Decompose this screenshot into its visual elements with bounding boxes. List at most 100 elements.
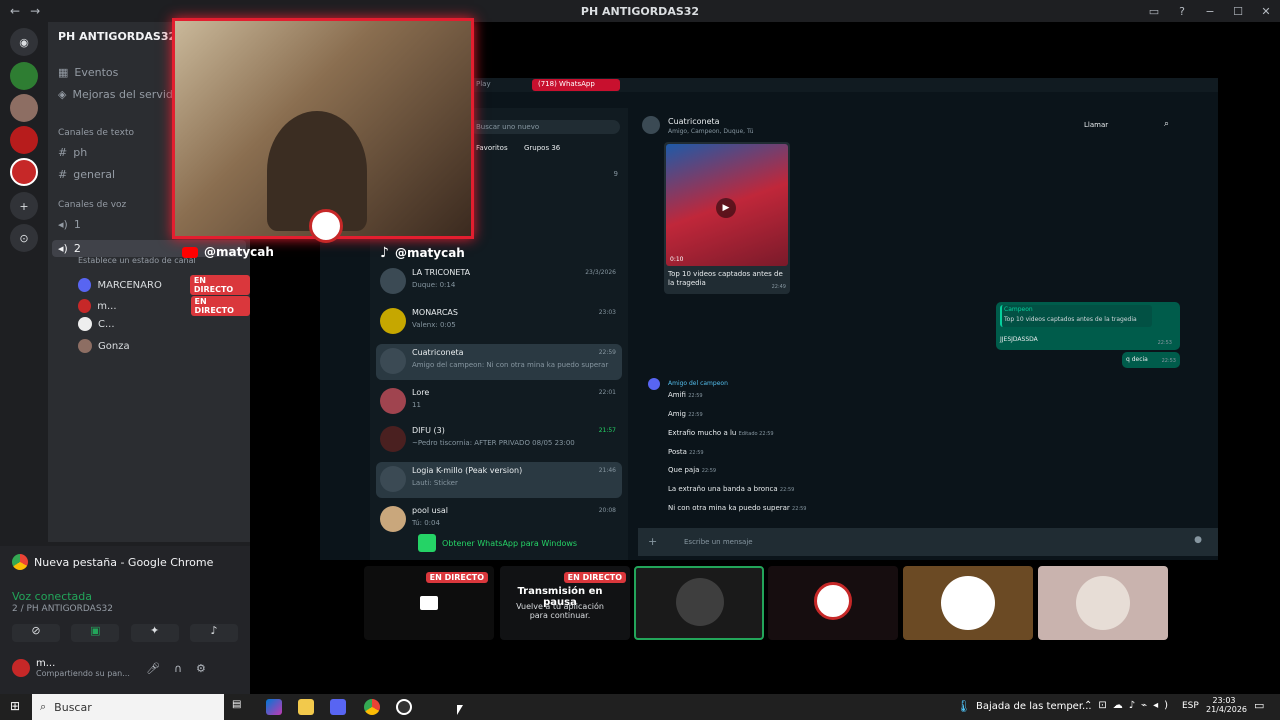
guild-name[interactable]: PH ANTIGORDAS32 ⌄ — [58, 30, 189, 43]
user-status: Compartiendo su pan... — [36, 669, 130, 678]
avatar — [78, 278, 92, 292]
server-icon-1[interactable] — [10, 62, 38, 90]
tab-whatsapp[interactable]: (718) WhatsApp — [532, 79, 620, 91]
avatar — [380, 388, 406, 414]
stream-tile[interactable] — [768, 566, 898, 640]
clock[interactable]: 23:03 21/4/2026 — [1206, 696, 1247, 714]
conversation-pane: Cuatriconeta Amigo, Campeon, Duque, Tú L… — [638, 108, 1218, 560]
inbox-icon[interactable]: ▭ — [1140, 5, 1168, 18]
avatar[interactable] — [642, 116, 660, 134]
task-view-icon[interactable]: ▤ — [232, 699, 248, 715]
play-icon[interactable]: ▶ — [716, 198, 736, 218]
voice-user[interactable]: C... — [78, 317, 115, 331]
stream-tile[interactable] — [903, 566, 1033, 640]
server-icon-2[interactable] — [10, 94, 38, 122]
mic-icon[interactable]: ● — [1194, 535, 1202, 545]
user-panel: Nueva pestaña - Google Chrome Voz conect… — [0, 546, 250, 694]
help-icon[interactable]: ? — [1168, 5, 1196, 18]
user-info[interactable]: m... Compartiendo su pan... — [12, 658, 130, 678]
taskbar-search[interactable]: ⌕ Buscar — [32, 694, 224, 720]
stream-tile-paused[interactable]: EN DIRECTO Transmisión en pausa Vuelve a… — [500, 566, 630, 640]
events-item[interactable]: ▦ Eventos — [58, 66, 118, 79]
forward-arrow-icon[interactable]: → — [30, 4, 40, 18]
search-icon[interactable]: ⌕ — [1164, 119, 1169, 129]
language-indicator[interactable]: ESP — [1182, 701, 1199, 711]
windows-start-icon[interactable]: ⊞ — [10, 699, 20, 713]
filter-favorites[interactable]: Favoritos — [476, 144, 508, 152]
close-button[interactable]: ✕ — [1252, 5, 1280, 18]
incoming-message[interactable]: Amifi 22:59 — [668, 391, 703, 399]
incoming-message[interactable]: La extraño una banda a bronca 22:59 — [668, 485, 794, 493]
video-message[interactable]: ▶ 0:10 Top 10 videos captados antes de l… — [664, 142, 790, 294]
voice-user[interactable]: Gonza — [78, 339, 130, 353]
voice-status[interactable]: Establece un estado de canal — [78, 256, 196, 265]
maximize-button[interactable]: ☐ — [1224, 5, 1252, 18]
outgoing-message[interactable]: Campeon Top 10 videos captados antes de … — [996, 302, 1180, 350]
video-duration: 0:10 — [670, 256, 684, 263]
obs-icon[interactable] — [396, 699, 412, 715]
soundboard-button[interactable]: ♪ — [189, 624, 238, 642]
stream-tile[interactable]: EN DIRECTO — [364, 566, 494, 640]
incoming-message[interactable]: Que paja 22:59 — [668, 466, 716, 474]
discord-taskbar-icon[interactable] — [330, 699, 346, 715]
incoming-message[interactable]: Ni con otra mina ka puedo superar 22:59 — [668, 504, 806, 512]
voice-category[interactable]: Canales de voz — [58, 200, 126, 210]
list-item[interactable]: Cuatriconeta Amigo del campeon: Ni con ot… — [376, 344, 622, 380]
notification-icon[interactable]: ▭ — [1254, 699, 1264, 712]
live-badge: EN DIRECTO — [189, 275, 250, 295]
voice-user[interactable]: MARCENARO EN DIRECTO — [78, 275, 250, 295]
stream-tile[interactable] — [634, 566, 764, 640]
stream-preview[interactable]: Nueva pestaña - Google Chrome — [12, 554, 213, 570]
headphones-icon[interactable]: ∩ — [174, 662, 182, 675]
avatar — [78, 339, 92, 353]
server-icon-3[interactable] — [10, 126, 38, 154]
outgoing-message[interactable]: q decia 22:53 — [1122, 352, 1180, 368]
channel-general[interactable]: # general — [58, 168, 115, 181]
channel-ph[interactable]: # ph — [58, 146, 87, 159]
message-input[interactable]: Escribe un mensaje — [684, 538, 753, 546]
file-explorer-icon[interactable] — [298, 699, 314, 715]
discover-icon[interactable]: ⊙ — [10, 224, 38, 252]
back-arrow-icon[interactable]: ← — [10, 4, 20, 18]
call-button[interactable]: Llamar — [1084, 121, 1108, 129]
list-item[interactable]: LA TRICONETA Duque: 0:14 23/3/2026 — [376, 264, 622, 300]
camera-off-button[interactable]: ⊘ — [12, 624, 60, 642]
plus-icon[interactable]: + — [648, 535, 657, 548]
avatar — [380, 466, 406, 492]
filter-groups[interactable]: Grupos 36 — [524, 144, 560, 152]
weather-widget[interactable]: Bajada de las temper... — [976, 701, 1092, 712]
server-icon-active[interactable] — [10, 158, 38, 186]
list-item[interactable]: Lore 11 22:01 — [376, 384, 622, 420]
search-input[interactable]: Buscar uno nuevo — [470, 120, 620, 134]
voice-channel-1[interactable]: ◂) 1 — [58, 218, 81, 231]
voice-user[interactable]: m... EN DIRECTO — [78, 296, 250, 316]
get-windows-link[interactable]: Obtener WhatsApp para Windows — [418, 534, 577, 552]
speaker-icon: ◂) — [58, 218, 68, 231]
tray-icons[interactable]: ⌃⊡☁♪⌁◂) — [1084, 700, 1174, 711]
gear-icon[interactable]: ⚙ — [196, 662, 206, 675]
activities-button[interactable]: ✦ — [130, 624, 179, 642]
live-badge: EN DIRECTO — [190, 296, 250, 316]
list-item[interactable]: Logia K-millo (Peak version) Lauti: Stick… — [376, 462, 622, 498]
avatar — [380, 308, 406, 334]
list-item[interactable]: pool usal Tú: 0:04 20:08 — [376, 502, 622, 538]
text-category[interactable]: Canales de texto — [58, 128, 134, 138]
discord-home-icon[interactable]: ◉ — [10, 28, 38, 56]
voice-channel-label[interactable]: 2 / PH ANTIGORDAS32 — [12, 604, 113, 614]
microphone-icon[interactable]: 🎤︎ — [146, 662, 160, 675]
list-item[interactable]: DIFU (3) ~Pedro tiscornia: AFTER PRIVADO … — [376, 422, 622, 458]
screen-share-button[interactable]: ▣ — [71, 624, 120, 642]
paused-subtitle: Vuelve a tu aplicación para continuar. — [516, 602, 604, 620]
stream-tile[interactable] — [1038, 566, 1168, 640]
add-server-icon[interactable]: + — [10, 192, 38, 220]
list-item[interactable]: MONARCAS Valenx: 0:05 23:03 — [376, 304, 622, 340]
chrome-taskbar-icon[interactable] — [364, 699, 380, 715]
incoming-message[interactable]: Posta 22:59 — [668, 448, 704, 456]
club-logo — [309, 209, 343, 243]
conversation-title[interactable]: Cuatriconeta — [668, 117, 720, 126]
incoming-message[interactable]: Extrafio mucho a lu Editado 22:59 — [668, 429, 774, 437]
minimize-button[interactable]: − — [1196, 5, 1224, 18]
copilot-icon[interactable] — [266, 699, 282, 715]
incoming-message[interactable]: Amig 22:59 — [668, 410, 703, 418]
boost-item[interactable]: ◈ Mejoras del servidor — [58, 88, 184, 101]
